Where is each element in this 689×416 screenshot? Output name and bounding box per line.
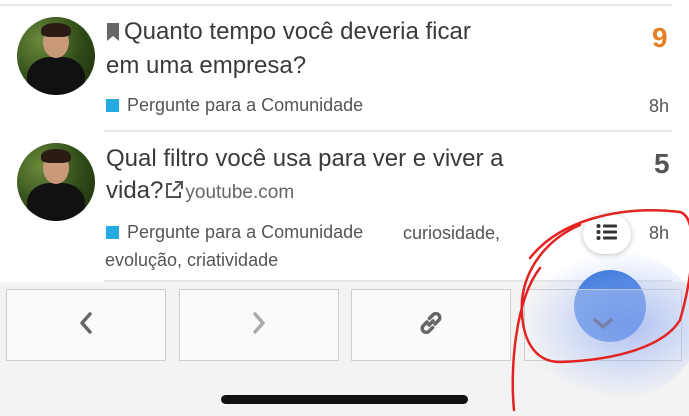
red-annotation-scribble [511,209,689,412]
